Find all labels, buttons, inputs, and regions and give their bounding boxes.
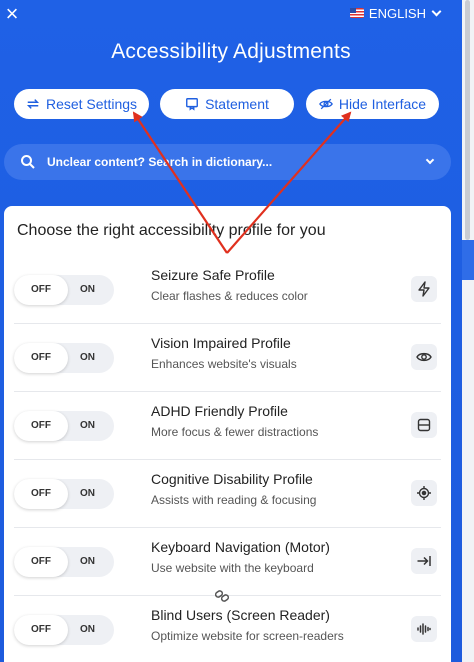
profile-description: More focus & fewer distractions (151, 425, 319, 439)
statement-button[interactable]: Statement (160, 89, 294, 119)
dictionary-search-label: Unclear content? Search in dictionary... (47, 155, 273, 169)
profile-row-adhd-friendly: OFF ON ADHD Friendly Profile More focus … (4, 392, 451, 460)
profile-row-keyboard-navigation: OFF ON Keyboard Navigation (Motor) Use w… (4, 528, 451, 596)
toggle-on[interactable]: ON (80, 615, 95, 645)
profile-name: Blind Users (Screen Reader) (151, 607, 330, 623)
hide-interface-label: Hide Interface (338, 96, 427, 112)
eye-slash-icon (319, 98, 333, 110)
profile-toggle[interactable]: OFF ON (14, 479, 114, 509)
profile-description: Use website with the keyboard (151, 561, 314, 575)
search-icon (21, 155, 35, 169)
language-label: ENGLISH (368, 5, 426, 21)
accessibility-panel: × ENGLISH Accessibility Adjustments Rese… (0, 0, 462, 662)
scrollbar-thumb[interactable] (465, 0, 470, 240)
profile-row-seizure-safe: OFF ON Seizure Safe Profile Clear flashe… (4, 256, 451, 324)
us-flag-icon (349, 8, 364, 18)
profile-description: Enhances website's visuals (151, 357, 297, 371)
toggle-off[interactable]: OFF (14, 547, 68, 577)
chevron-down-icon[interactable] (425, 155, 435, 165)
language-selector[interactable]: ENGLISH (349, 5, 442, 21)
toggle-on[interactable]: ON (80, 343, 95, 373)
lightning-icon (411, 276, 437, 302)
toggle-on[interactable]: ON (80, 411, 95, 441)
toggle-off[interactable]: OFF (14, 343, 68, 373)
profile-toggle[interactable]: OFF ON (14, 411, 114, 441)
reset-settings-label: Reset Settings (45, 96, 138, 112)
toggle-on[interactable]: ON (80, 479, 95, 509)
profile-toggle[interactable]: OFF ON (14, 343, 114, 373)
profile-row-cognitive-disability: OFF ON Cognitive Disability Profile Assi… (4, 460, 451, 528)
chevron-down-icon (431, 6, 442, 16)
page-scrollbar[interactable] (462, 0, 474, 662)
toggle-off[interactable]: OFF (14, 411, 68, 441)
dictionary-search[interactable]: Unclear content? Search in dictionary... (4, 144, 451, 180)
toggle-on[interactable]: ON (80, 275, 95, 305)
window-icon (411, 412, 437, 438)
profile-name: ADHD Friendly Profile (151, 403, 288, 419)
profile-name: Keyboard Navigation (Motor) (151, 539, 330, 555)
target-icon (411, 480, 437, 506)
profile-toggle[interactable]: OFF ON (14, 547, 114, 577)
arrow-to-line-icon (411, 548, 437, 574)
close-icon[interactable]: × (2, 3, 22, 25)
profile-toggle[interactable]: OFF ON (14, 275, 114, 305)
reset-settings-button[interactable]: Reset Settings (14, 89, 149, 119)
profile-name: Vision Impaired Profile (151, 335, 291, 351)
eye-icon (411, 344, 437, 370)
hide-interface-button[interactable]: Hide Interface (306, 89, 439, 119)
statement-icon (186, 98, 199, 111)
reset-icon (26, 99, 40, 109)
statement-label: Statement (205, 96, 269, 112)
profile-row-vision-impaired: OFF ON Vision Impaired Profile Enhances … (4, 324, 451, 392)
toggle-off[interactable]: OFF (14, 615, 68, 645)
profile-name: Seizure Safe Profile (151, 267, 275, 283)
toggle-on[interactable]: ON (80, 547, 95, 577)
page-edge-strip (462, 240, 474, 280)
link-icon (214, 590, 230, 602)
profile-description: Optimize website for screen-readers (151, 629, 344, 643)
profile-row-blind-users: OFF ON Blind Users (Screen Reader) Optim… (4, 596, 451, 662)
profile-description: Assists with reading & focusing (151, 493, 317, 507)
audio-wave-icon (411, 616, 437, 642)
profile-name: Cognitive Disability Profile (151, 471, 313, 487)
profile-toggle[interactable]: OFF ON (14, 615, 114, 645)
profiles-heading: Choose the right accessibility profile f… (17, 222, 326, 239)
profile-description: Clear flashes & reduces color (151, 289, 308, 303)
toggle-off[interactable]: OFF (14, 479, 68, 509)
panel-title: Accessibility Adjustments (111, 40, 351, 63)
toggle-off[interactable]: OFF (14, 275, 68, 305)
